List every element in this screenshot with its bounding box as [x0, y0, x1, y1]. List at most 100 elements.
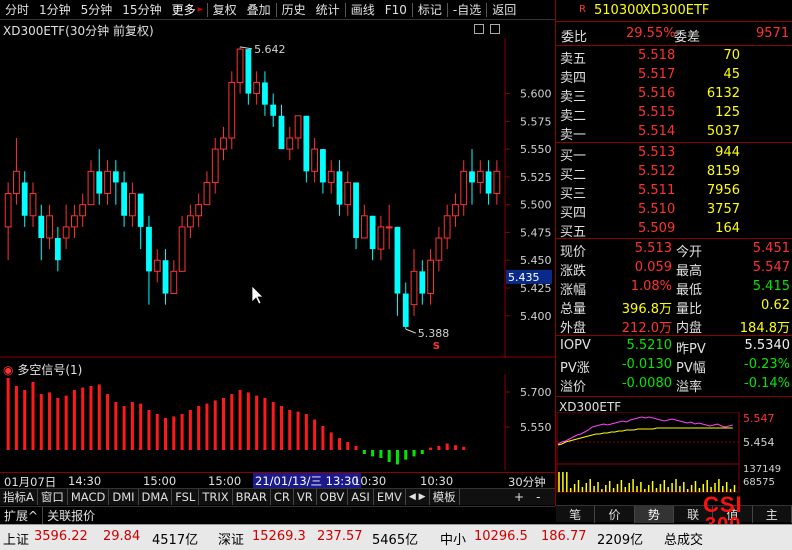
indicator-tick-label: 5.700 — [520, 386, 552, 399]
toolbar-item[interactable]: 复权 — [208, 0, 242, 20]
toolbar-item[interactable]: 画线 — [346, 0, 380, 20]
restore-icon[interactable] — [474, 24, 484, 34]
level-price: 5.514 — [638, 124, 676, 139]
indicator-tab[interactable]: 窗口 — [38, 489, 68, 505]
signal-bar — [48, 392, 52, 450]
signal-bar — [296, 411, 300, 450]
indicator-tab[interactable]: CR — [271, 489, 294, 505]
mini-intraday-chart[interactable]: 5.547 5.454 137149 68575 — [556, 412, 792, 494]
candle-body — [195, 204, 203, 217]
indicator-tick-label: 5.550 — [520, 421, 552, 434]
toolbar-item[interactable]: 统计 — [311, 0, 345, 20]
sh-label[interactable]: 上证 — [3, 529, 29, 548]
ask-row[interactable]: 卖四 5.517 45 — [556, 66, 792, 86]
signal-bar — [89, 386, 93, 450]
bid-row[interactable]: 买三 5.511 7956 — [556, 182, 792, 202]
side-tab[interactable]: 价 — [595, 505, 635, 523]
ask-row[interactable]: 卖三 5.516 6132 — [556, 85, 792, 105]
indicator-tab[interactable]: 指标A — [0, 489, 38, 505]
candle-body — [4, 193, 12, 228]
signal-bar — [321, 426, 325, 450]
candle-body — [460, 170, 468, 206]
toolbar-item[interactable]: 更多 — [167, 0, 201, 20]
signal-bar — [139, 403, 143, 450]
zx-value: 10296.5 — [474, 529, 528, 544]
toolbar-item[interactable]: -自选 — [448, 0, 486, 20]
bid-row[interactable]: 买一 5.513 944 — [556, 144, 792, 164]
indicator-tab[interactable]: OBV — [317, 489, 349, 505]
related-quote-button[interactable]: 关联报价 — [43, 507, 99, 524]
maximize-icon[interactable] — [490, 24, 500, 34]
bid-row[interactable]: 买五 5.509 164 — [556, 220, 792, 240]
level-volume: 5037 — [706, 124, 740, 139]
more-arrow-icon[interactable]: ▸ — [198, 4, 203, 15]
ask-row[interactable]: 卖一 5.514 5037 — [556, 123, 792, 143]
side-tab[interactable]: 笔 — [556, 505, 596, 523]
expand-button[interactable]: 扩展^ — [0, 506, 44, 524]
stock-name: XD300ETF — [642, 3, 710, 18]
sz-label[interactable]: 深证 — [218, 529, 244, 548]
indicator-tab[interactable]: BRAR — [233, 489, 271, 505]
mini-volume-label: 137149 — [743, 464, 781, 475]
bid-row[interactable]: 买四 5.510 3757 — [556, 201, 792, 221]
zx-label[interactable]: 中小 — [440, 529, 466, 548]
kline-chart[interactable]: 5.600 5.575 5.550 5.525 5.500 5.475 5.450 5.425… — [0, 38, 555, 358]
candle-body — [344, 181, 352, 206]
level-label: 卖五 — [560, 52, 587, 67]
ask-row[interactable]: 卖五 5.518 70 — [556, 47, 792, 67]
toolbar-item[interactable]: 标记 — [413, 0, 447, 20]
indicator-tab[interactable]: FSL — [172, 489, 200, 505]
stat-row: 外盘 212.0万 内盘 184.8万 — [560, 321, 790, 336]
level-volume: 125 — [715, 105, 740, 120]
indicator-tab[interactable]: EMV — [374, 489, 406, 505]
toolbar-item[interactable]: 返回 — [487, 0, 521, 20]
indicator-tabs: 指标A 窗口 MACD DMI DMA FSL TRIX BRAR CR VR OBV ASI EMV ◀… — [0, 488, 555, 505]
add-icon[interactable]: + — [508, 490, 530, 504]
price-tick-label: 5.550 — [520, 143, 552, 156]
indicator-tab[interactable]: VR — [294, 489, 317, 505]
candle-body — [360, 215, 368, 239]
level-volume: 6132 — [706, 86, 740, 101]
indicator-tab[interactable]: 模板 — [430, 489, 460, 505]
bottom-left-bar: 扩展^ 关联报价 — [0, 506, 555, 524]
toolbar-item[interactable]: 1分钟 — [34, 0, 76, 20]
mini-high-label: 5.547 — [743, 412, 775, 425]
indicator-tab[interactable]: TRIX — [199, 489, 233, 505]
signal-bar — [313, 419, 317, 450]
toolbar-item[interactable]: 分时 — [0, 0, 34, 20]
toolbar-item[interactable]: 15分钟 — [117, 0, 166, 20]
indicator-tab[interactable]: MACD — [68, 489, 110, 505]
toolbar-item[interactable]: 历史 — [277, 0, 311, 20]
remove-icon[interactable]: - — [530, 490, 546, 504]
candle-body — [21, 182, 28, 216]
tab-scroll-icon[interactable]: ◀ ▶ — [406, 489, 430, 505]
signal-bar — [172, 416, 176, 450]
price-tick-label: 5.500 — [520, 199, 552, 212]
indicator-tab[interactable]: DMI — [109, 489, 139, 505]
side-tab[interactable]: 势 — [634, 505, 674, 523]
signal-bar — [453, 445, 457, 450]
date-label: 10:30 — [353, 474, 387, 488]
toolbar-item[interactable]: 5分钟 — [76, 0, 118, 20]
candle-body — [79, 204, 87, 217]
candle-body — [419, 271, 426, 294]
stat-row: IOPV 5.5210 昨PV 5.5340 — [560, 338, 790, 357]
candle-body — [493, 170, 501, 195]
toolbar-item[interactable]: 叠加 — [242, 0, 276, 20]
level-price: 5.515 — [638, 105, 676, 120]
sell-signal-marker: S — [433, 341, 440, 352]
candle-body — [336, 171, 343, 205]
candle-body — [170, 270, 178, 295]
signal-bar — [354, 446, 358, 450]
toolbar-item[interactable]: F10 — [380, 0, 412, 20]
level-price: 5.509 — [638, 221, 676, 236]
signal-bar — [213, 400, 217, 450]
ask-row[interactable]: 卖二 5.515 125 — [556, 104, 792, 124]
indicator-tab[interactable]: DMA — [139, 489, 173, 505]
bid-row[interactable]: 买二 5.512 8159 — [556, 163, 792, 183]
indicator-chart[interactable]: 5.700 5.550 — [0, 374, 555, 470]
signal-bar — [155, 414, 159, 450]
signal-bar — [304, 414, 308, 450]
indicator-tab[interactable]: ASI — [348, 489, 374, 505]
window-controls[interactable] — [474, 24, 504, 36]
